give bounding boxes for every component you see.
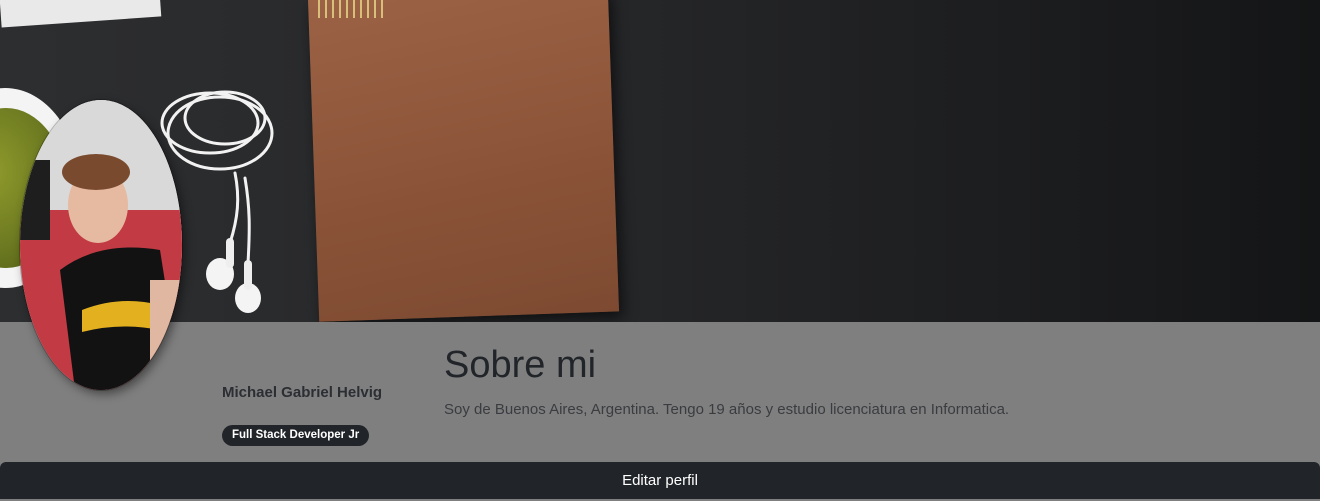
about-text: Soy de Buenos Aires, Argentina. Tengo 19… — [444, 401, 1010, 418]
edit-profile-button[interactable]: Editar perfil — [0, 462, 1320, 499]
about-heading: Sobre mi — [444, 344, 597, 386]
cover-banner — [0, 0, 1320, 322]
avatar-photo — [20, 100, 182, 390]
banner-notebook — [308, 0, 620, 322]
profile-name: Michael Gabriel Helvig — [222, 384, 383, 401]
role-badge: Full Stack Developer Jr — [222, 425, 370, 446]
profile-avatar[interactable] — [20, 100, 182, 390]
banner-paper — [0, 0, 162, 28]
banner-notebook-spiral — [318, 0, 384, 18]
